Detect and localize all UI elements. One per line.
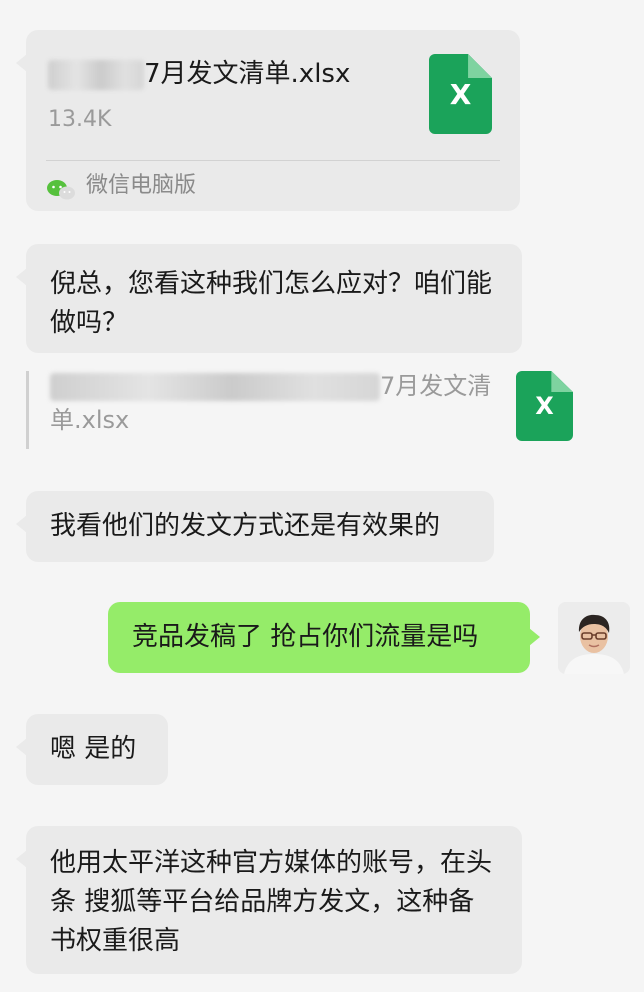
bubble-tail bbox=[529, 628, 540, 646]
bubble-tail bbox=[16, 54, 27, 72]
file-source: 微信电脑版 bbox=[86, 173, 197, 198]
file-size: 13.4K bbox=[48, 107, 112, 132]
message-bubble[interactable]: 我看他们的发文方式还是有效果的 bbox=[16, 491, 494, 562]
message-bubble[interactable]: 倪总，您看这种我们怎么应对？咱们能做吗？ bbox=[16, 244, 522, 353]
message-text: 竞品发稿了 抢占你们流量是吗 bbox=[132, 622, 479, 652]
redacted-text bbox=[50, 373, 380, 401]
redacted-text bbox=[48, 59, 144, 90]
quoted-message[interactable]: 7月发文清 单.xlsx X bbox=[26, 367, 586, 451]
message-bubble-outgoing[interactable]: 竞品发稿了 抢占你们流量是吗 bbox=[108, 602, 540, 673]
excel-file-icon: X bbox=[516, 371, 573, 441]
message-bubble[interactable]: 他用太平洋这种官方媒体的账号，在头条 搜狐等平台给品牌方发文，这种备书权重很高 bbox=[16, 826, 522, 974]
message-text: 他用太平洋这种官方媒体的账号，在头条 搜狐等平台给品牌方发文，这种备书权重很高 bbox=[50, 848, 493, 956]
bubble-tail bbox=[16, 850, 27, 868]
file-message-card[interactable]: 7月发文清单.xlsx 13.4K X 微信电脑版 bbox=[16, 30, 520, 211]
quote-bar bbox=[26, 371, 29, 449]
card-divider bbox=[46, 160, 500, 161]
quote-text: 7月发文清 单.xlsx bbox=[50, 372, 492, 434]
message-text: 嗯 是的 bbox=[50, 734, 137, 764]
bubble-tail bbox=[16, 515, 27, 533]
message-bubble[interactable]: 嗯 是的 bbox=[16, 714, 168, 785]
bubble-tail bbox=[16, 738, 27, 756]
file-name: 7月发文清单.xlsx bbox=[48, 56, 350, 92]
avatar[interactable] bbox=[558, 602, 630, 674]
wechat-icon bbox=[46, 174, 76, 200]
message-text: 倪总，您看这种我们怎么应对？咱们能做吗？ bbox=[50, 269, 493, 338]
excel-file-icon: X bbox=[429, 54, 492, 134]
message-text: 我看他们的发文方式还是有效果的 bbox=[50, 511, 441, 541]
bubble-tail bbox=[16, 268, 27, 286]
